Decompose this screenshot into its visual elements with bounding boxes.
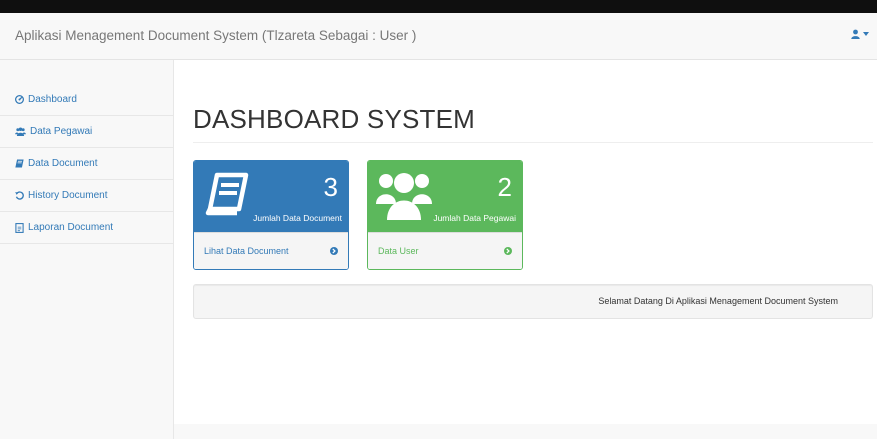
sidebar-item-label: Data Document (28, 158, 98, 169)
welcome-message: Selamat Datang Di Aplikasi Menagement Do… (598, 296, 838, 306)
panel-heading: 2 Jumlah Data Pegawai (368, 161, 522, 232)
top-dark-strip (0, 0, 877, 13)
sidebar-item-laporan-document[interactable]: Laporan Document (0, 212, 173, 244)
book-icon (15, 159, 24, 168)
sidebar-item-label: History Document (28, 190, 108, 201)
book-icon (205, 172, 249, 216)
sidebar-item-label: Dashboard (28, 94, 77, 105)
panel-document-count: 3 Jumlah Data Document Lihat Data Docume… (193, 160, 349, 270)
welcome-well: Selamat Datang Di Aplikasi Menagement Do… (193, 284, 873, 319)
view-users-link[interactable]: Data User (368, 232, 522, 269)
sidebar-item-dashboard[interactable]: Dashboard (0, 84, 173, 116)
navbar: Aplikasi Menagement Document System (Tlz… (0, 13, 877, 60)
users-icon (376, 173, 432, 220)
history-icon (15, 191, 24, 200)
bottom-strip (174, 424, 877, 439)
employee-count: 2 (497, 172, 512, 202)
title-divider (193, 142, 873, 143)
sidebar-item-label: Laporan Document (28, 222, 114, 233)
sidebar-item-label: Data Pegawai (30, 126, 93, 137)
panel-link-label: Lihat Data Document (204, 246, 289, 256)
view-documents-link[interactable]: Lihat Data Document (194, 232, 348, 269)
user-icon (851, 29, 860, 39)
report-icon (15, 222, 24, 233)
panel-employee-count: 2 Jumlah Data Pegawai Data User (367, 160, 523, 270)
arrow-circle-right-icon (504, 247, 512, 255)
app-brand[interactable]: Aplikasi Menagement Document System (Tlz… (15, 28, 416, 43)
employee-count-label: Jumlah Data Pegawai (433, 213, 516, 223)
user-menu-toggle[interactable] (851, 29, 869, 39)
sidebar: Dashboard Data Pegawai Data Document His… (0, 60, 174, 439)
panel-heading: 3 Jumlah Data Document (194, 161, 348, 232)
caret-down-icon (863, 32, 869, 36)
arrow-circle-right-icon (330, 247, 338, 255)
users-icon (15, 127, 26, 136)
document-count-label: Jumlah Data Document (253, 213, 342, 223)
sidebar-item-data-pegawai[interactable]: Data Pegawai (0, 116, 173, 148)
sidebar-item-data-document[interactable]: Data Document (0, 148, 173, 180)
sidebar-item-history-document[interactable]: History Document (0, 180, 173, 212)
page-title: DASHBOARD SYSTEM (193, 104, 476, 134)
panel-link-label: Data User (378, 246, 419, 256)
document-count: 3 (323, 172, 338, 202)
dashboard-icon (15, 95, 24, 104)
